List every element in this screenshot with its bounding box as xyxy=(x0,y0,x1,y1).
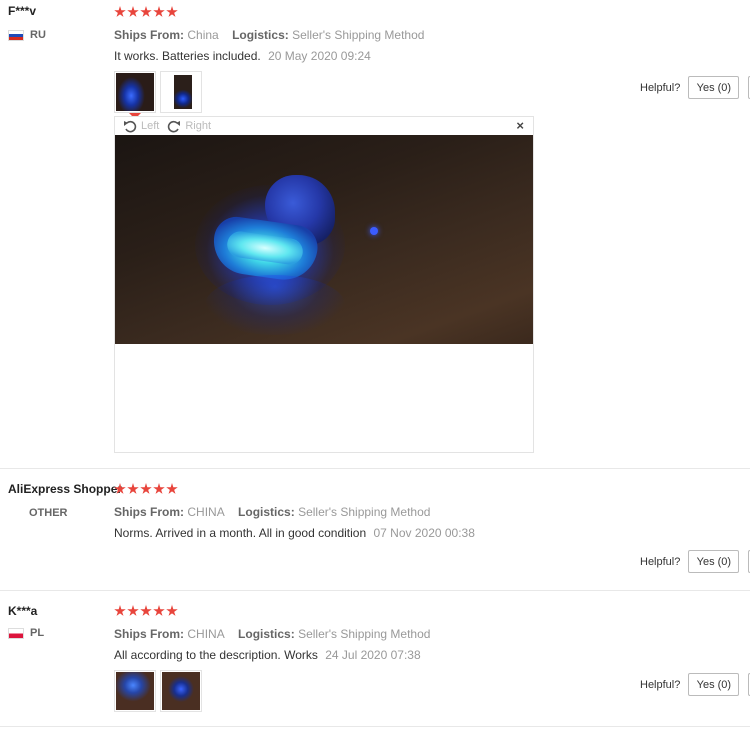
star-icon xyxy=(153,483,165,494)
rotate-right-label: Right xyxy=(185,120,212,132)
review-date: 24 Jul 2020 07:38 xyxy=(325,648,421,662)
star-rating xyxy=(114,605,634,619)
review-photo-thumb[interactable] xyxy=(160,71,202,113)
review-photos xyxy=(114,71,634,119)
star-rating xyxy=(114,483,634,497)
ships-from-value: CHINA xyxy=(187,505,225,519)
ships-from-label: Ships From: xyxy=(114,505,185,519)
review-photo-thumb[interactable] xyxy=(160,670,202,712)
flag-pl-icon xyxy=(8,627,24,639)
ships-from-label: Ships From: xyxy=(114,28,185,42)
star-icon xyxy=(166,483,178,494)
reviewer-name: F***v xyxy=(8,4,37,18)
review-text: It works. Batteries included. xyxy=(114,49,261,63)
helpful-vote: Helpful? Yes (0) xyxy=(640,550,750,573)
logistics-label: Logistics: xyxy=(232,28,289,42)
rotate-left-label: Left xyxy=(141,120,160,132)
review-item: AliExpress Shopper OTHER Ships From: CHI… xyxy=(0,470,750,591)
review-photo-thumb[interactable] xyxy=(114,670,156,712)
review-text: Norms. Arrived in a month. All in good c… xyxy=(114,526,367,540)
star-icon xyxy=(140,6,152,17)
helpful-yes-button[interactable]: Yes (0) xyxy=(688,673,740,696)
rotate-left-button[interactable]: Left xyxy=(123,120,159,133)
logistics-value: Seller's Shipping Method xyxy=(292,28,425,42)
ships-from-value: CHINA xyxy=(187,627,225,641)
flag-ru-icon xyxy=(8,29,24,41)
star-icon xyxy=(127,6,139,17)
enlarged-review-photo xyxy=(115,135,533,344)
photo-viewer: Left Right × xyxy=(114,116,534,453)
review-text: All according to the description. Works xyxy=(114,648,318,662)
helpful-label: Helpful? xyxy=(640,678,681,691)
star-icon xyxy=(127,483,139,494)
country-code: PL xyxy=(30,627,45,639)
star-icon xyxy=(153,6,165,17)
review-text-row: Norms. Arrived in a month. All in good c… xyxy=(114,526,634,540)
star-icon xyxy=(166,6,178,17)
ships-from-label: Ships From: xyxy=(114,627,185,641)
review-item: K***a PL Ships From: CHINA Logistics: Se… xyxy=(0,592,750,727)
rotate-left-icon xyxy=(124,120,137,132)
reviewer-name: AliExpress Shopper xyxy=(8,482,123,496)
star-icon xyxy=(114,483,126,494)
star-icon xyxy=(140,483,152,494)
shipping-info: Ships From: China Logistics: Seller's Sh… xyxy=(114,28,634,42)
star-icon xyxy=(114,6,126,17)
review-content: Ships From: CHINA Logistics: Seller's Sh… xyxy=(114,592,634,712)
star-icon xyxy=(166,605,178,616)
reviewer-info: K***a PL xyxy=(8,592,112,640)
star-icon xyxy=(140,605,152,616)
reviewer-country: PL xyxy=(8,626,112,640)
logistics-label: Logistics: xyxy=(238,505,295,519)
shipping-info: Ships From: CHINA Logistics: Seller's Sh… xyxy=(114,505,634,519)
reviewer-country: OTHER xyxy=(29,507,68,519)
star-icon xyxy=(153,605,165,616)
reviewer-info: F***v RU xyxy=(8,4,112,42)
reviewer-info: AliExpress Shopper OTHER xyxy=(8,470,123,520)
photo-viewer-toolbar: Left Right × xyxy=(115,117,533,135)
review-date: 07 Nov 2020 00:38 xyxy=(373,526,475,540)
review-content: Ships From: China Logistics: Seller's Sh… xyxy=(114,4,634,119)
review-photo-image xyxy=(116,672,154,710)
helpful-yes-button[interactable]: Yes (0) xyxy=(688,76,740,99)
review-photos xyxy=(114,670,634,712)
country-code: RU xyxy=(30,29,46,41)
helpful-yes-button[interactable]: Yes (0) xyxy=(688,550,740,573)
star-icon xyxy=(127,605,139,616)
rotate-right-button[interactable]: Right xyxy=(167,120,211,133)
review-text-row: It works. Batteries included. 20 May 202… xyxy=(114,49,634,63)
helpful-label: Helpful? xyxy=(640,81,681,94)
helpful-label: Helpful? xyxy=(640,555,681,568)
review-content: Ships From: CHINA Logistics: Seller's Sh… xyxy=(114,470,634,540)
review-date: 20 May 2020 09:24 xyxy=(268,49,371,63)
logistics-value: Seller's Shipping Method xyxy=(298,627,431,641)
reviewer-country: RU xyxy=(8,28,112,42)
review-photo-image xyxy=(162,73,200,111)
logistics-value: Seller's Shipping Method xyxy=(298,505,431,519)
review-text-row: All according to the description. Works … xyxy=(114,648,634,662)
star-icon xyxy=(114,605,126,616)
reviewer-name: K***a xyxy=(8,604,38,618)
review-photo-image xyxy=(116,73,154,111)
helpful-vote: Helpful? Yes (0) xyxy=(640,76,750,99)
star-rating xyxy=(114,6,634,20)
review-photo-thumb[interactable] xyxy=(114,71,156,119)
review-photo-image xyxy=(162,672,200,710)
ships-from-value: China xyxy=(187,28,219,42)
shipping-info: Ships From: CHINA Logistics: Seller's Sh… xyxy=(114,627,634,641)
rotate-right-icon xyxy=(168,120,181,132)
logistics-label: Logistics: xyxy=(238,627,295,641)
close-icon[interactable]: × xyxy=(516,118,524,133)
helpful-vote: Helpful? Yes (0) xyxy=(640,673,750,696)
